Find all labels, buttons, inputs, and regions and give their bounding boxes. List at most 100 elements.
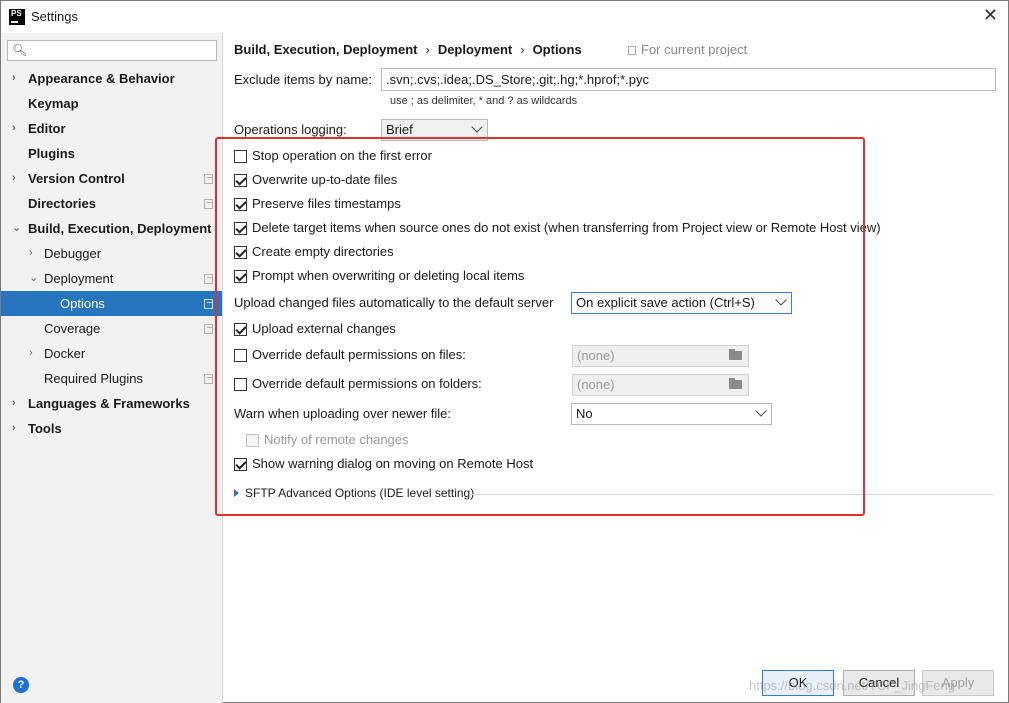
- sidebar-item-label: Directories: [28, 196, 96, 211]
- checkbox-unchecked[interactable]: [234, 150, 247, 163]
- checkbox-checked[interactable]: [234, 270, 247, 283]
- operations-logging-select[interactable]: Brief: [381, 119, 488, 141]
- options-panel: Build, Execution, Deployment › Deployment ›…: [224, 33, 1008, 663]
- checkbox-label: Notify of remote changes: [264, 432, 409, 447]
- breadcrumb-separator: ›: [520, 42, 525, 57]
- exclude-items-label: Exclude items by name:: [234, 72, 373, 87]
- checkbox-unchecked[interactable]: [234, 349, 247, 362]
- chevron-down-icon: ⌄: [29, 272, 39, 284]
- sidebar-item-label: Options: [60, 296, 105, 311]
- project-scope-icon: [204, 274, 213, 284]
- sidebar-item-label: Appearance & Behavior: [28, 71, 175, 86]
- chevron-right-icon: ›: [29, 347, 33, 359]
- sidebar-item-version-control[interactable]: › Version Control: [1, 166, 222, 191]
- breadcrumb: Build, Execution, Deployment › Deployment ›…: [234, 42, 582, 57]
- folder-icon: [729, 378, 742, 389]
- sftp-advanced-options-toggle[interactable]: SFTP Advanced Options (IDE level setting…: [234, 486, 474, 500]
- checkbox-checked[interactable]: [234, 222, 247, 235]
- checkbox-label: Stop operation on the first error: [252, 148, 432, 163]
- sidebar-item-editor[interactable]: › Editor: [1, 116, 222, 141]
- sidebar-item-label: Version Control: [28, 171, 125, 186]
- sidebar-item-build-execution-deployment[interactable]: ⌄ Build, Execution, Deployment: [1, 216, 222, 241]
- upload-changed-select[interactable]: On explicit save action (Ctrl+S): [571, 292, 792, 314]
- sidebar-item-languages-frameworks[interactable]: › Languages & Frameworks: [1, 391, 222, 416]
- chevron-right-icon: ›: [12, 422, 16, 434]
- sidebar-item-label: Debugger: [44, 246, 102, 261]
- checkbox-checked[interactable]: [234, 246, 247, 259]
- exclude-items-input[interactable]: .svn;.cvs;.idea;.DS_Store;.git;.hg;*.hpr…: [381, 68, 996, 91]
- breadcrumb-separator: ›: [425, 42, 430, 57]
- project-scope-icon: [204, 199, 213, 209]
- folder-permissions-value: (none): [577, 377, 615, 392]
- warn-newer-file-value: No: [576, 406, 593, 421]
- sidebar-item-required-plugins[interactable]: Required Plugins: [1, 366, 222, 391]
- warn-newer-file-label: Warn when uploading over newer file:: [234, 406, 452, 421]
- chevron-right-icon: ›: [12, 172, 16, 184]
- sidebar-item-label: Build, Execution, Deployment: [28, 221, 212, 236]
- title-bar: PS Settings ✕: [1, 1, 1008, 33]
- project-scope-icon: [204, 174, 213, 184]
- checkbox-checked[interactable]: [234, 198, 247, 211]
- operations-logging-label: Operations logging:: [234, 122, 347, 137]
- window-title: Settings: [31, 9, 78, 24]
- chevron-down-icon: [755, 405, 767, 417]
- project-scope-icon: [628, 46, 636, 55]
- project-scope-icon: [204, 324, 213, 334]
- checkbox-label: Create empty directories: [252, 244, 394, 259]
- folder-icon: [729, 349, 742, 360]
- checkbox-label: Preserve files timestamps: [252, 196, 401, 211]
- checkbox-label: Upload external changes: [252, 321, 396, 336]
- operations-logging-value: Brief: [386, 122, 413, 137]
- sidebar-item-docker[interactable]: › Docker: [1, 341, 222, 366]
- folder-permissions-field: (none): [572, 374, 749, 396]
- settings-sidebar: 🔍︎ › Appearance & Behavior Keymap › Edit…: [1, 33, 223, 703]
- checkbox-checked[interactable]: [234, 458, 247, 471]
- chevron-right-icon: ›: [12, 122, 16, 134]
- sidebar-item-tools[interactable]: › Tools: [1, 416, 222, 441]
- checkbox-label: Overwrite up-to-date files: [252, 172, 398, 187]
- scope-note-text: For current project: [641, 42, 748, 57]
- upload-changed-label: Upload changed files automatically to th…: [234, 295, 554, 310]
- chevron-down-icon: ⌄: [12, 222, 22, 234]
- scope-note: For current project: [628, 42, 747, 57]
- settings-search-input[interactable]: 🔍︎: [7, 40, 217, 61]
- sidebar-item-label: Tools: [28, 421, 62, 436]
- project-scope-icon: [204, 299, 213, 309]
- file-permissions-field: (none): [572, 345, 749, 367]
- chevron-right-icon: ›: [12, 397, 16, 409]
- section-divider: [469, 494, 994, 495]
- phpstorm-app-icon: PS: [9, 9, 25, 25]
- sidebar-item-label: Editor: [28, 121, 66, 136]
- search-icon: 🔍︎: [12, 43, 28, 57]
- checkbox-disabled: [246, 434, 259, 447]
- close-icon[interactable]: ✕: [983, 5, 998, 26]
- file-permissions-value: (none): [577, 348, 615, 363]
- sftp-advanced-label: SFTP Advanced Options (IDE level setting…: [245, 486, 475, 500]
- checkbox-unchecked[interactable]: [234, 378, 247, 391]
- settings-window: PS Settings ✕ 🔍︎ › Appearance & Behavior…: [0, 0, 1009, 703]
- checkbox-label: Show warning dialog on moving on Remote …: [252, 456, 534, 471]
- sidebar-item-label: Languages & Frameworks: [28, 396, 190, 411]
- sidebar-item-coverage[interactable]: Coverage: [1, 316, 222, 341]
- exclude-items-hint: use ; as delimiter, * and ? as wildcards: [390, 95, 578, 107]
- breadcrumb-level-1: Build, Execution, Deployment: [234, 42, 418, 57]
- sidebar-item-appearance-behavior[interactable]: › Appearance & Behavior: [1, 66, 222, 91]
- sidebar-item-keymap[interactable]: Keymap: [1, 91, 222, 116]
- sidebar-item-label: Docker: [44, 346, 86, 361]
- sidebar-item-debugger[interactable]: › Debugger: [1, 241, 222, 266]
- breadcrumb-level-3: Options: [532, 42, 582, 57]
- breadcrumb-level-2: Deployment: [437, 42, 513, 57]
- chevron-down-icon: [471, 121, 483, 133]
- sidebar-item-label: Required Plugins: [44, 371, 144, 386]
- sidebar-item-label: Coverage: [44, 321, 101, 336]
- sidebar-item-label: Keymap: [28, 96, 79, 111]
- sidebar-item-deployment[interactable]: ⌄ Deployment: [1, 266, 222, 291]
- checkbox-label: Override default permissions on files:: [252, 347, 466, 362]
- help-icon[interactable]: ?: [13, 677, 29, 693]
- sidebar-item-directories[interactable]: Directories: [1, 191, 222, 216]
- checkbox-checked[interactable]: [234, 174, 247, 187]
- warn-newer-file-select[interactable]: No: [571, 403, 772, 425]
- checkbox-checked[interactable]: [234, 323, 247, 336]
- sidebar-item-plugins[interactable]: Plugins: [1, 141, 222, 166]
- sidebar-item-options[interactable]: Options: [1, 291, 222, 316]
